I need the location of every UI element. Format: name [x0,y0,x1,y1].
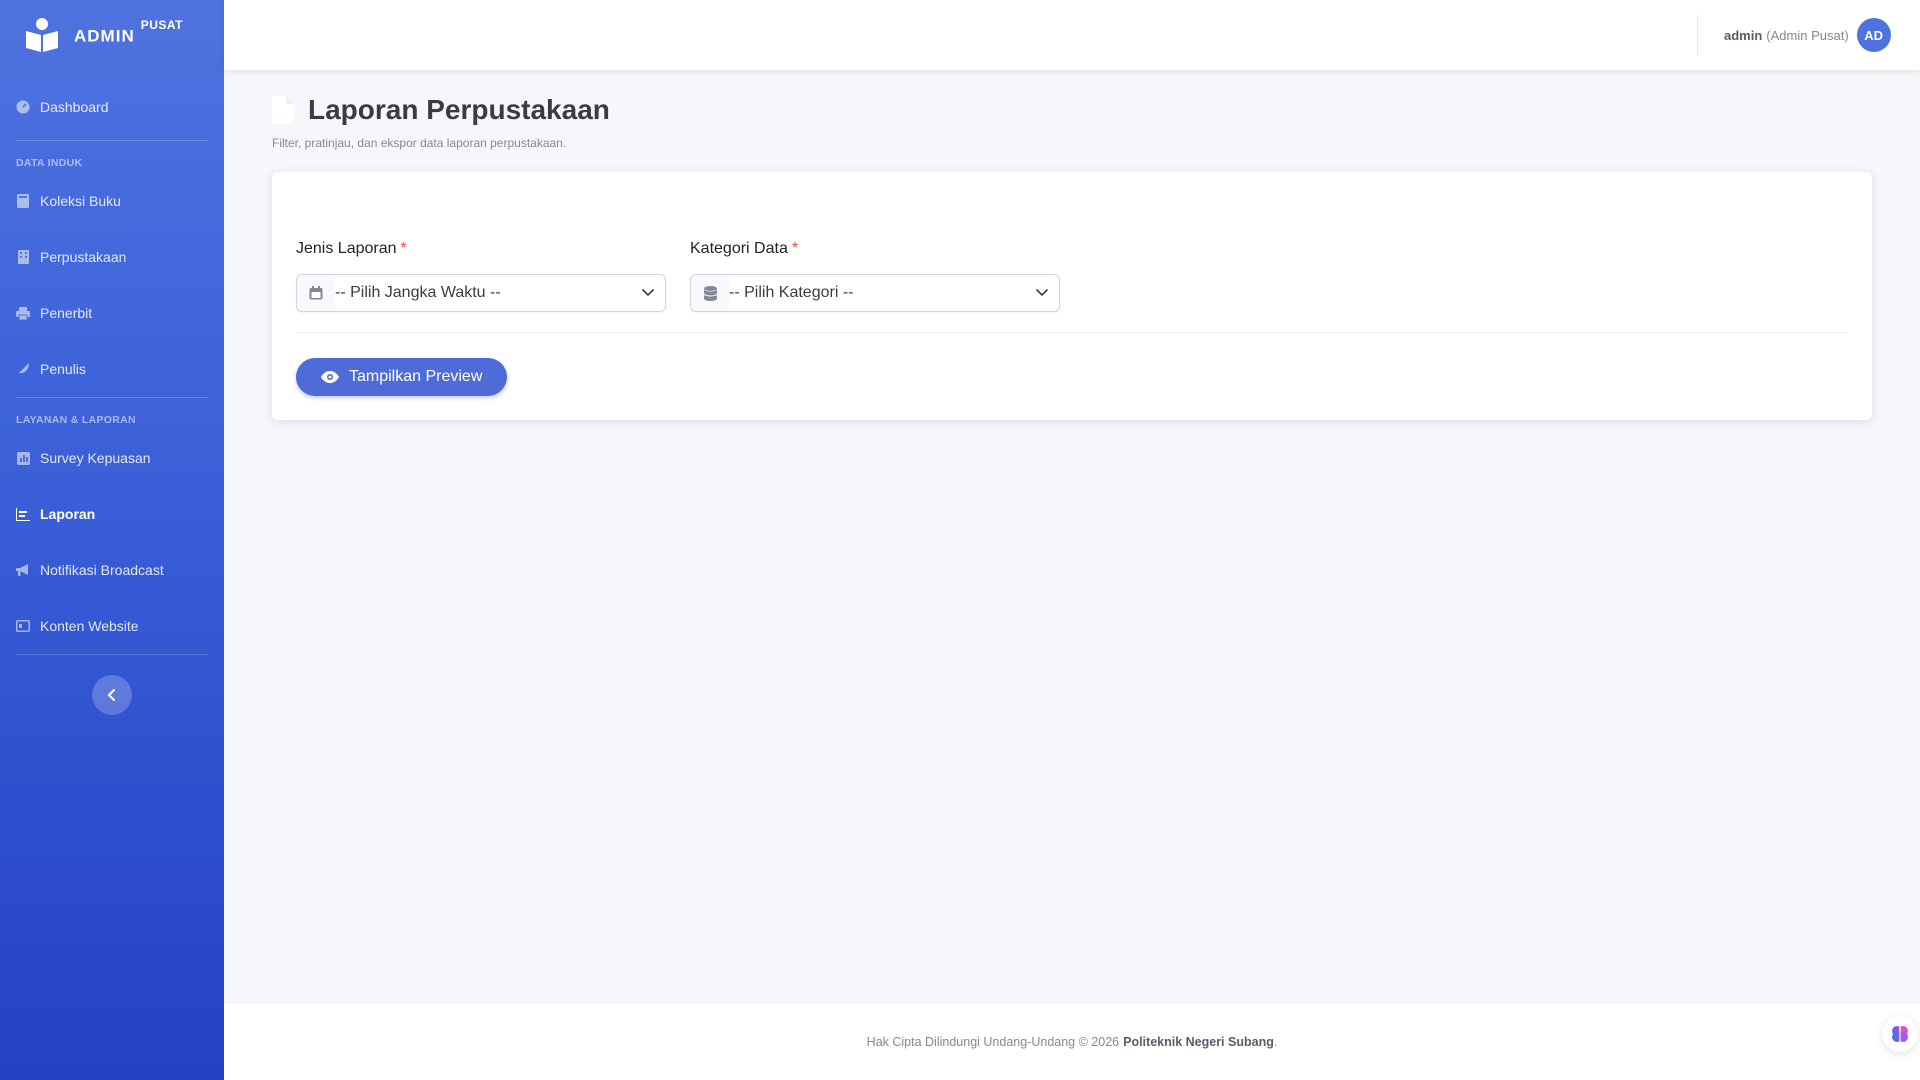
jenis-laporan-label: Jenis Laporan * [296,240,407,257]
sidebar-heading-layanan: LAYANAN & LAPORAN [16,414,136,426]
sidebar-item-label: Penulis [40,361,86,377]
main-content: Laporan Perpustakaan Filter, pratinjau, … [224,70,1920,1004]
sidebar-item-laporan[interactable]: Laporan [0,486,224,542]
topbar: admin (Admin Pusat) AD [224,0,1920,70]
sidebar-item-konten-website[interactable]: Konten Website [0,598,224,654]
sidebar-item-label: Laporan [40,506,96,522]
sidebar-item-penerbit[interactable]: Penerbit [0,285,224,341]
footer-copyright: Hak Cipta Dilindungi Undang-Undang © 202… [866,1035,1120,1049]
chevron-left-icon [107,689,115,701]
chevron-down-icon [1025,289,1059,297]
footer-suffix: . [1273,1035,1278,1049]
bullhorn-icon [16,563,30,577]
kategori-data-label: Kategori Data * [690,240,799,257]
poll-icon [16,451,30,465]
floating-assistant-button[interactable] [1882,1016,1918,1052]
kategori-data-value: -- Pilih Kategori -- [729,284,854,301]
chevron-down-icon [631,289,665,297]
report-filter-card: Jenis Laporan * -- Pilih Jangka Waktu -- … [272,172,1872,420]
brand[interactable]: ADMINPUSAT [0,0,224,70]
footer-org: Politeknik Negeri Subang [1123,1035,1274,1049]
calendar-icon [297,275,335,311]
sidebar-item-label: Dashboard [40,99,109,115]
page-subtitle: Filter, pratinjau, dan ekspor data lapor… [272,136,567,150]
sidebar-item-label: Penerbit [40,305,93,321]
kategori-data-select[interactable]: -- Pilih Kategori -- [690,274,1060,312]
gauge-icon [16,100,30,114]
feather-icon [16,362,30,376]
user-menu[interactable]: admin (Admin Pusat) AD [1724,18,1891,52]
preview-button[interactable]: Tampilkan Preview [296,358,508,396]
required-mark: * [400,240,407,257]
page-header: Laporan Perpustakaan Filter, pratinjau, … [272,94,610,150]
footer: Hak Cipta Dilindungi Undang-Undang © 202… [224,1004,1920,1080]
jenis-laporan-select[interactable]: -- Pilih Jangka Waktu -- [296,274,666,312]
sidebar-item-dashboard[interactable]: Dashboard [0,85,224,129]
eye-icon [321,371,339,383]
sidebar-heading-data: DATA INDUK [16,157,83,169]
sidebar-toggle-button[interactable] [92,675,132,715]
page-title: Laporan Perpustakaan [308,94,610,125]
chart-bar-icon [16,507,30,521]
sidebar-item-perpustakaan[interactable]: Perpustakaan [0,229,224,285]
brand-badge: PUSAT [140,17,183,32]
avatar[interactable]: AD [1856,18,1891,52]
required-mark: * [791,240,799,257]
brand-title: ADMINPUSAT [74,17,183,46]
building-icon [16,250,30,264]
sidebar-divider [16,654,208,655]
sidebar-item-notifikasi-broadcast[interactable]: Notifikasi Broadcast [0,542,224,598]
sidebar-item-label: Koleksi Buku [40,193,121,209]
brain-icon [1892,1026,1908,1042]
jenis-laporan-value: -- Pilih Jangka Waktu -- [335,284,501,301]
database-icon [691,275,729,311]
sidebar-item-label: Survey Kepuasan [40,450,151,466]
user-name: admin [1724,27,1763,43]
file-icon [272,96,294,124]
preview-button-label: Tampilkan Preview [349,368,483,385]
window-icon [16,619,30,633]
card-divider [296,332,1848,333]
kategori-data-field: Kategori Data * -- Pilih Kategori -- [690,240,1060,312]
sidebar-item-survey-kepuasan[interactable]: Survey Kepuasan [0,430,224,486]
jenis-laporan-field: Jenis Laporan * -- Pilih Jangka Waktu -- [296,240,666,312]
print-icon [16,306,30,320]
sidebar-item-label: Notifikasi Broadcast [40,562,164,578]
topbar-divider [1697,15,1698,55]
book-icon [16,194,30,208]
reader-book-icon [26,18,58,52]
sidebar-item-label: Konten Website [40,618,139,634]
user-role: (Admin Pusat) [1766,27,1849,43]
sidebar: ADMINPUSAT Dashboard DATA INDUK Koleksi … [0,0,224,1080]
sidebar-item-penulis[interactable]: Penulis [0,341,224,397]
sidebar-item-koleksi-buku[interactable]: Koleksi Buku [0,173,224,229]
sidebar-item-label: Perpustakaan [40,249,127,265]
